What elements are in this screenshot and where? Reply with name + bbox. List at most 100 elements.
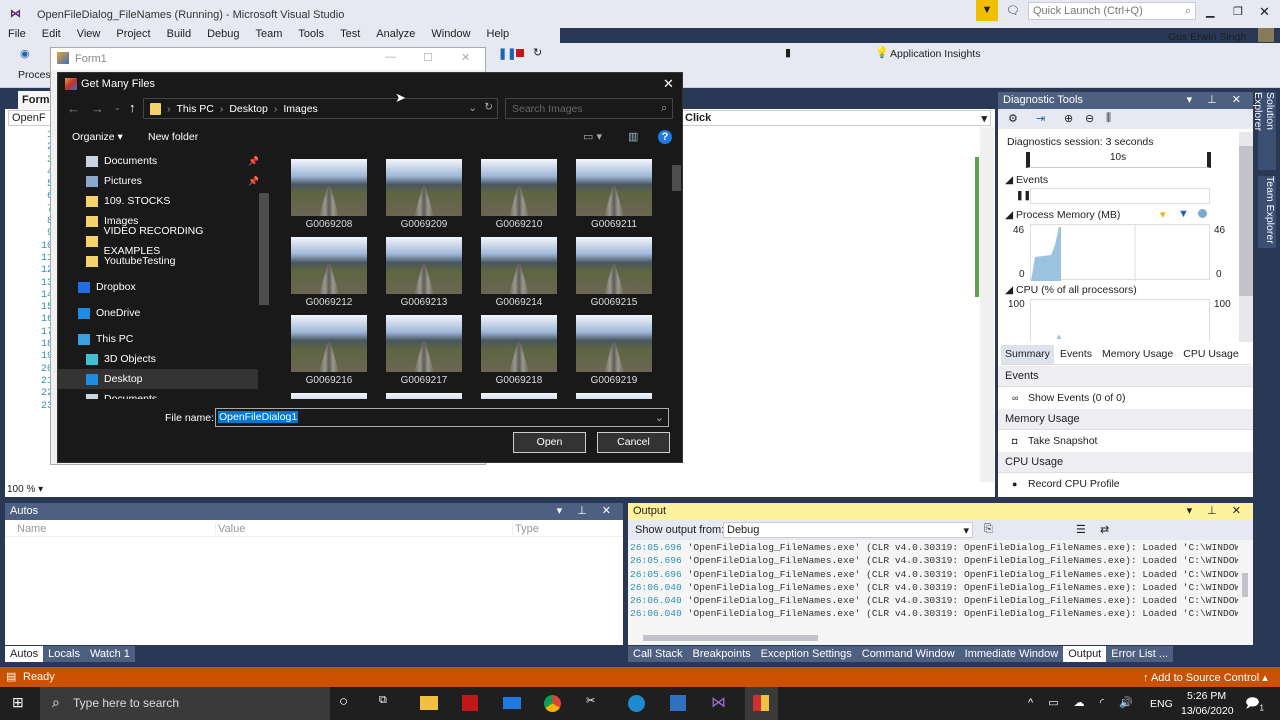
file-name[interactable]: G0069218 xyxy=(474,375,564,386)
diag-action[interactable]: ◘ Take Snapshot xyxy=(998,430,1253,452)
feedback-icon[interactable]: 🗨 xyxy=(1006,4,1020,17)
menu-debug[interactable]: Debug xyxy=(199,27,247,43)
word-wrap-icon[interactable]: ⇄ xyxy=(1100,523,1109,536)
restore-button[interactable]: ❐ xyxy=(1233,5,1243,18)
tab-breakpoints[interactable]: Breakpoints xyxy=(688,646,756,662)
nav-item[interactable]: This PC xyxy=(58,329,258,349)
nav-item[interactable]: Pictures 📌 xyxy=(58,171,258,191)
tab-locals[interactable]: Locals xyxy=(43,646,85,662)
back-icon[interactable]: ← xyxy=(67,101,80,116)
file-thumbnail[interactable] xyxy=(576,159,652,216)
file-name[interactable]: G0069212 xyxy=(284,297,374,308)
reset-view-icon[interactable]: ⫼ xyxy=(1106,112,1111,125)
file-name[interactable]: G0069219 xyxy=(569,375,659,386)
zoom-out-icon[interactable]: ⊖ xyxy=(1085,112,1094,125)
breadcrumb-images[interactable]: Images xyxy=(283,103,317,115)
menu-build[interactable]: Build xyxy=(159,27,199,43)
restart-icon[interactable]: ↻ xyxy=(533,46,542,59)
menu-view[interactable]: View xyxy=(69,27,109,43)
tray-icons[interactable]: ^ ▭ ☁ ◜ 🔊 xyxy=(1028,696,1139,709)
output-source-select[interactable]: Debug ▾ xyxy=(723,522,973,538)
refresh-icon[interactable]: ↻ xyxy=(484,101,493,113)
select-tools-icon[interactable]: ⇥ xyxy=(1036,112,1045,125)
menu-analyze[interactable]: Analyze xyxy=(368,27,423,43)
form1-minimize[interactable]: — xyxy=(385,51,396,63)
member-dropdown[interactable]: Click ▾ xyxy=(681,110,991,126)
chrome-icon[interactable] xyxy=(544,695,561,712)
timeline-ruler[interactable]: 10s xyxy=(1026,152,1211,168)
task-view-icon[interactable]: ⧉ xyxy=(379,694,387,707)
nav-item[interactable]: Desktop xyxy=(58,369,258,389)
application-insights-button[interactable]: Application Insights xyxy=(890,48,980,60)
cpu-label[interactable]: ◢ CPU (% of all processors) xyxy=(1005,284,1137,296)
file-thumbnail[interactable] xyxy=(291,393,367,399)
menu-window[interactable]: Window xyxy=(423,27,478,43)
file-name[interactable]: G0069214 xyxy=(474,297,564,308)
output-hscrollbar[interactable] xyxy=(643,635,818,641)
file-explorer-icon[interactable] xyxy=(420,696,438,710)
diag-tab-events[interactable]: Events xyxy=(1056,345,1096,364)
events-label[interactable]: ◢ Events xyxy=(1005,174,1048,186)
filter-icon[interactable]: ▼ xyxy=(976,0,998,21)
clock-date[interactable]: 13/06/2020 xyxy=(1181,705,1234,717)
tab-error-list-[interactable]: Error List ... xyxy=(1106,646,1173,662)
nav-item[interactable]: 109. STOCKS xyxy=(58,191,258,211)
menu-tools[interactable]: Tools xyxy=(290,27,332,43)
menu-project[interactable]: Project xyxy=(108,27,158,43)
windows-start-icon[interactable]: ⊞ xyxy=(12,694,24,711)
output-text[interactable]: 26:05.696 'OpenFileDialog_FileNames.exe'… xyxy=(630,541,1238,621)
breadcrumb-desktop[interactable]: Desktop xyxy=(229,103,268,115)
file-name[interactable]: G0069215 xyxy=(569,297,659,308)
quick-launch-input[interactable]: Quick Launch (Ctrl+Q) ⌕ xyxy=(1028,2,1196,20)
close-button[interactable]: ✕ xyxy=(1259,4,1270,20)
dialog-close-button[interactable]: ✕ xyxy=(663,76,674,92)
diag-scrollbar[interactable] xyxy=(1239,132,1253,342)
tab-call-stack[interactable]: Call Stack xyxy=(628,646,688,662)
user-name[interactable]: Gus Erwin Singh xyxy=(1168,31,1246,43)
help-icon[interactable]: ? xyxy=(658,130,672,144)
preview-pane-icon[interactable]: ▥ xyxy=(628,130,638,143)
tab-command-window[interactable]: Command Window xyxy=(857,646,960,662)
address-bar[interactable]: › This PC › Desktop › Images ⌄ ↻ xyxy=(143,98,498,119)
tab-output[interactable]: Output xyxy=(1063,646,1107,662)
snipping-tool-icon[interactable]: ✂ xyxy=(586,694,595,707)
solution-explorer-tab[interactable]: Solution Explorer xyxy=(1252,92,1276,170)
tab-autos[interactable]: Autos xyxy=(5,646,44,662)
panel-controls[interactable]: ▾ ⊥ ✕ xyxy=(1187,503,1247,520)
file-thumbnail[interactable] xyxy=(386,159,462,216)
file-thumbnail[interactable] xyxy=(481,159,557,216)
file-thumbnail[interactable] xyxy=(481,315,557,372)
diag-action[interactable]: ● Record CPU Profile xyxy=(998,473,1253,495)
editor-vscrollbar[interactable] xyxy=(980,127,994,482)
recent-dropdown-icon[interactable]: ⌄ xyxy=(114,103,121,112)
file-thumbnail[interactable] xyxy=(481,237,557,294)
view-options-icon[interactable]: ▭ ▾ xyxy=(583,130,602,143)
visual-studio-icon[interactable]: ⋈ xyxy=(711,693,726,711)
output-vscrollbar[interactable] xyxy=(1242,573,1248,597)
pause-icon[interactable]: ❚❚ xyxy=(498,47,516,60)
pause-events-icon[interactable]: ❚❚ xyxy=(1016,190,1031,201)
file-thumbnail[interactable] xyxy=(291,237,367,294)
minimize-button[interactable]: ▁ xyxy=(1206,5,1214,18)
open-button[interactable]: Open xyxy=(513,432,586,453)
file-name[interactable]: G0069213 xyxy=(379,297,469,308)
file-thumbnail[interactable] xyxy=(576,315,652,372)
column-type[interactable]: Type xyxy=(512,523,539,535)
menu-file[interactable]: File xyxy=(0,27,34,43)
file-thumbnail[interactable] xyxy=(291,315,367,372)
file-thumbnail[interactable] xyxy=(576,393,652,399)
diag-tab-memory-usage[interactable]: Memory Usage xyxy=(1098,345,1177,364)
file-thumbnail[interactable] xyxy=(291,159,367,216)
nav-item[interactable]: 3D Objects xyxy=(58,349,258,369)
mail-icon[interactable] xyxy=(503,697,521,709)
diag-action[interactable]: ∞ Show Events (0 of 0) xyxy=(998,387,1253,409)
nav-scrollbar[interactable] xyxy=(259,193,269,305)
settings-icon[interactable]: ⚙ xyxy=(1008,112,1018,125)
gift-app-icon[interactable] xyxy=(462,695,478,711)
file-thumbnail[interactable] xyxy=(576,237,652,294)
nav-item[interactable]: Documents 📌 xyxy=(58,151,258,171)
language-indicator[interactable]: ENG xyxy=(1150,698,1173,710)
avatar[interactable] xyxy=(1258,28,1274,42)
nav-item[interactable]: OneDrive xyxy=(58,303,258,323)
bookmark-icon[interactable]: ▮ xyxy=(785,46,791,59)
